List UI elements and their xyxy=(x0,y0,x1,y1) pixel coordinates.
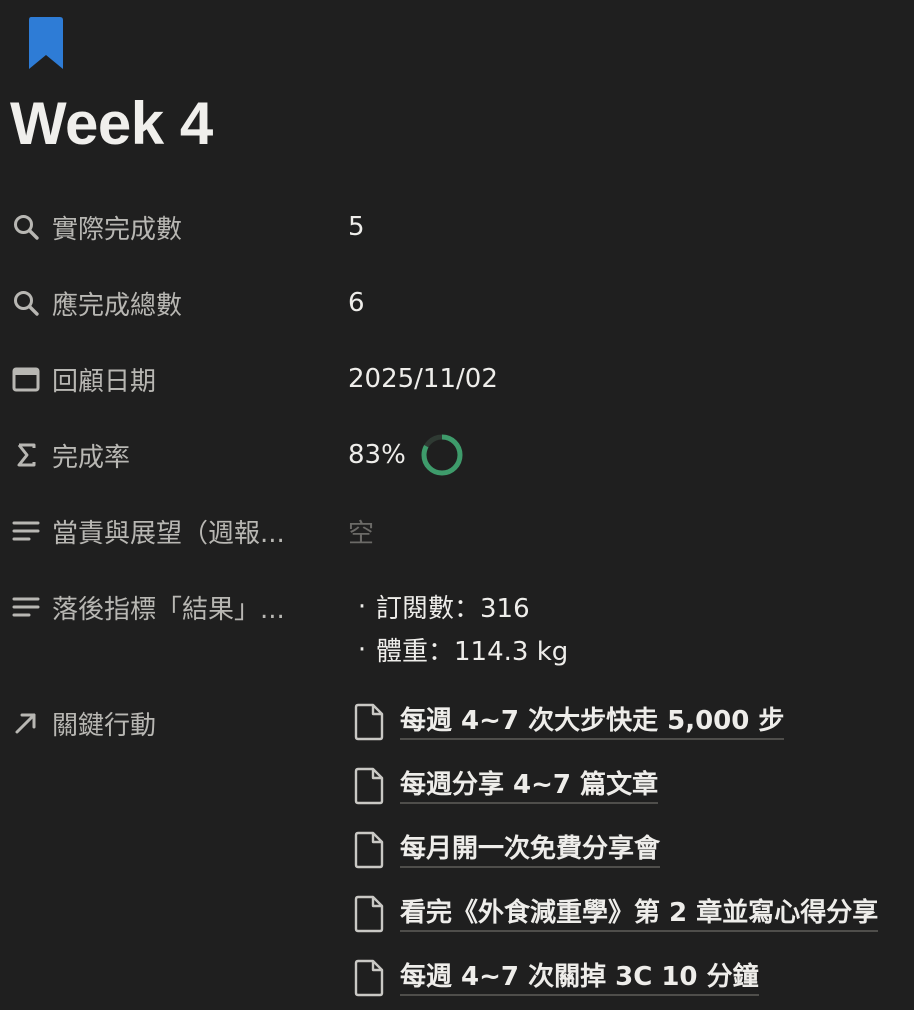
bullet-dot: · xyxy=(357,591,367,622)
list-item-text: 體重：114.3 kg xyxy=(376,637,569,667)
document-icon xyxy=(352,702,386,742)
property-name-completion-rate[interactable]: 完成率 xyxy=(10,433,330,477)
document-icon xyxy=(352,958,386,998)
property-label: 落後指標「結果」... xyxy=(52,594,285,625)
property-label: 當責與展望（週報... xyxy=(52,518,285,549)
document-icon xyxy=(352,894,386,934)
relation-label: 每週 4~7 次關掉 3C 10 分鐘 xyxy=(400,960,759,996)
property-label: 實際完成數 xyxy=(52,214,183,245)
relation-label: 每月開一次免費分享會 xyxy=(400,832,661,868)
completion-rate-text: 83% xyxy=(348,440,406,470)
bookmark-icon[interactable] xyxy=(27,15,65,71)
page-title[interactable]: Week 4 xyxy=(10,88,213,160)
property-name-key-actions[interactable]: 關鍵行動 xyxy=(10,701,330,745)
property-label: 關鍵行動 xyxy=(52,710,157,741)
list-item-text: 訂閱數：316 xyxy=(376,594,530,624)
relation-link[interactable]: 每週分享 4~7 篇文章 xyxy=(352,754,914,818)
property-name-review-date[interactable]: 回顧日期 xyxy=(10,357,330,401)
search-icon xyxy=(10,211,42,243)
text-lines-icon xyxy=(10,591,42,623)
sigma-icon xyxy=(10,439,42,471)
relation-link[interactable]: 看完《外食減重學》第 2 章並寫心得分享 xyxy=(352,882,914,946)
property-name-actual-completed[interactable]: 實際完成數 xyxy=(10,205,330,249)
property-value-lagging-indicators[interactable]: · 訂閱數：316 · 體重：114.3 kg xyxy=(348,585,568,671)
relation-label: 每週分享 4~7 篇文章 xyxy=(400,768,659,804)
relation-link[interactable]: 每週 4~7 次關掉 3C 10 分鐘 xyxy=(352,946,914,1010)
relation-link[interactable]: 每月開一次免費分享會 xyxy=(352,818,914,882)
text-lines-icon xyxy=(10,515,42,547)
relation-label: 看完《外食減重學》第 2 章並寫心得分享 xyxy=(400,896,879,932)
property-label: 回顧日期 xyxy=(52,366,157,397)
property-value-total-required[interactable]: 6 xyxy=(348,281,914,325)
document-icon xyxy=(352,830,386,870)
bullet-dot: · xyxy=(357,634,367,665)
list-item: · 體重：114.3 kg xyxy=(348,628,568,671)
relation-link[interactable]: 每週 4~7 次大步快走 5,000 步 xyxy=(352,690,914,754)
property-value-key-actions: 每週 4~7 次大步快走 5,000 步 每週分享 4~7 篇文章 每月開一次免… xyxy=(352,690,914,1010)
relation-label: 每週 4~7 次大步快走 5,000 步 xyxy=(400,704,785,740)
list-item: · 訂閱數：316 xyxy=(348,585,568,628)
relation-arrow-icon xyxy=(10,707,42,739)
calendar-icon xyxy=(10,363,42,395)
property-value-review-date[interactable]: 2025/11/02 xyxy=(348,357,914,401)
document-icon xyxy=(352,766,386,806)
property-value-actual-completed[interactable]: 5 xyxy=(348,205,914,249)
property-label: 完成率 xyxy=(52,442,131,473)
property-label: 應完成總數 xyxy=(52,290,183,321)
property-value-completion-rate[interactable]: 83% xyxy=(348,433,914,477)
property-name-lagging-indicators[interactable]: 落後指標「結果」... xyxy=(10,585,330,629)
property-name-total-required[interactable]: 應完成總數 xyxy=(10,281,330,325)
search-icon xyxy=(10,287,42,319)
progress-ring xyxy=(421,434,463,476)
property-name-accountability[interactable]: 當責與展望（週報... xyxy=(10,509,330,553)
property-value-accountability[interactable]: 空 xyxy=(348,509,914,553)
